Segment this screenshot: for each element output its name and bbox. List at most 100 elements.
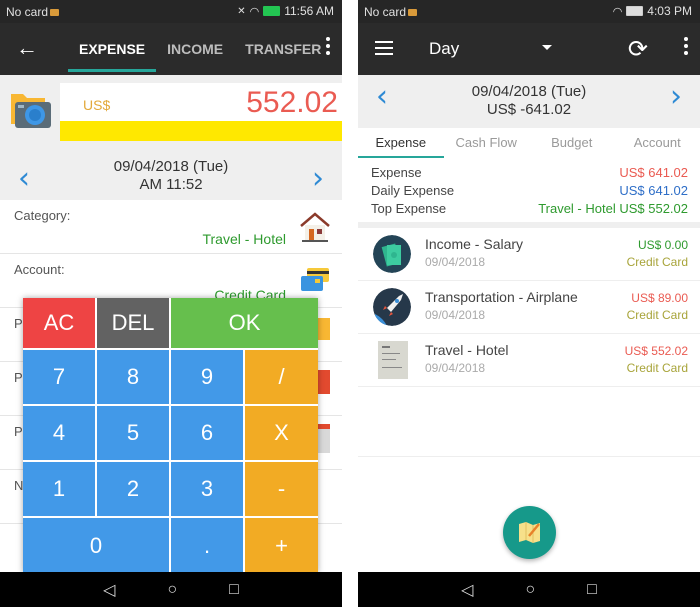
add-record-button[interactable] (503, 506, 556, 559)
calendar-icon (318, 424, 330, 453)
nav-home-icon[interactable]: ○ (525, 581, 535, 599)
transaction-title: Travel - Hotel (425, 342, 509, 358)
key-2[interactable]: 2 (97, 462, 169, 516)
mute-icon: ✕ (237, 5, 246, 17)
system-nav-bar: ◁ ○ □ (0, 572, 342, 607)
dropdown-caret-icon[interactable] (542, 45, 552, 50)
entry-type-tabs: EXPENSE INCOME TRANSFER (68, 23, 332, 75)
key-6[interactable]: 6 (171, 406, 243, 460)
carrier-label: No card (364, 5, 418, 19)
chevron-right-icon[interactable]: › (670, 79, 682, 114)
transaction-account: Credit Card (626, 255, 688, 269)
summary-row: Top Expense Travel - Hotel US$ 552.02 (371, 201, 688, 216)
battery-icon (263, 6, 281, 16)
key-8[interactable]: 8 (97, 350, 169, 404)
wifi-icon: ◠ (612, 5, 623, 18)
decimal-button[interactable]: . (171, 518, 243, 573)
account-label: Account: (14, 262, 65, 277)
sim-icon (50, 9, 60, 17)
divide-button[interactable]: / (245, 350, 318, 404)
tab-cash-flow[interactable]: Cash Flow (444, 128, 530, 158)
tab-income[interactable]: INCOME (156, 23, 234, 75)
period-selector[interactable]: Day (429, 39, 459, 59)
amount-display[interactable]: US$ 552.02 (60, 83, 342, 121)
tab-expense[interactable]: EXPENSE (68, 23, 157, 75)
amount-section: US$ 552.02 ‹ 09/04/2018 (Tue) AM 11:52 › (0, 75, 342, 200)
map-edit-icon (519, 522, 540, 543)
date-summary: 09/04/2018 (Tue) US$ -641.02 (358, 83, 700, 119)
nav-back-icon[interactable]: ◁ (461, 580, 473, 600)
transaction-row[interactable]: Travel - Hotel 09/04/2018 US$ 552.02 Cre… (358, 334, 700, 387)
key-3[interactable]: 3 (171, 462, 243, 516)
chevron-right-icon[interactable]: › (312, 161, 324, 196)
expense-summary: Expense US$ 641.02 Daily Expense US$ 641… (358, 160, 700, 222)
category-field[interactable]: Category: Travel - Hotel (0, 200, 342, 254)
nav-recents-icon[interactable]: □ (229, 581, 239, 599)
folder-icon (316, 318, 330, 340)
battery-icon (626, 6, 644, 16)
date-navigator: ‹ 09/04/2018 (Tue) US$ -641.02 › (358, 75, 700, 128)
transaction-account: Credit Card (626, 308, 688, 322)
house-icon (300, 212, 330, 242)
amount-highlight-bar (60, 121, 342, 141)
key-0[interactable]: 0 (23, 518, 169, 573)
tab-account[interactable]: Account (615, 128, 700, 158)
key-5[interactable]: 5 (97, 406, 169, 460)
key-1[interactable]: 1 (23, 462, 95, 516)
daily-overview-screen: No card ◠ 4:03 PM Day ⟳ ‹ 09/04/2018 (Tu… (358, 0, 700, 607)
date-label: 09/04/2018 (Tue) (471, 83, 587, 100)
tab-expense[interactable]: Expense (358, 128, 444, 158)
nav-back-icon[interactable]: ◁ (103, 580, 115, 600)
category-value: Travel - Hotel (202, 231, 286, 247)
tab-budget[interactable]: Budget (529, 128, 615, 158)
expense-entry-screen: No card ✕ ◠ 11:56 AM ← EXPENSE INCOME TR… (0, 0, 342, 607)
sync-icon[interactable]: ⟳ (628, 35, 648, 63)
back-arrow-icon[interactable]: ← (16, 35, 38, 61)
currency-label[interactable]: US$ (83, 97, 110, 113)
rocket-icon (373, 288, 411, 326)
transaction-row[interactable]: Transportation - Airplane 09/04/2018 US$… (358, 281, 700, 334)
ok-button[interactable]: OK (171, 298, 318, 348)
transaction-row[interactable]: Income - Salary 09/04/2018 US$ 0.00 Cred… (358, 228, 700, 281)
nav-recents-icon[interactable]: □ (587, 581, 597, 599)
key-9[interactable]: 9 (171, 350, 243, 404)
clock: 11:56 AM (284, 4, 334, 18)
key-4[interactable]: 4 (23, 406, 95, 460)
menu-icon[interactable] (375, 41, 393, 59)
transaction-account: Credit Card (626, 361, 688, 375)
time-label: AM 11:52 (139, 176, 203, 193)
transaction-date: 09/04/2018 (425, 361, 486, 375)
transaction-amount: US$ 0.00 (637, 238, 688, 252)
net-total: US$ -641.02 (486, 101, 572, 118)
credit-card-icon (301, 268, 329, 291)
transaction-amount: US$ 552.02 (624, 344, 688, 358)
camera-icon[interactable] (9, 88, 53, 132)
transaction-title: Income - Salary (425, 236, 524, 252)
app-bar: ← EXPENSE INCOME TRANSFER (0, 23, 342, 75)
more-options-icon[interactable] (326, 37, 330, 58)
summary-row: Expense US$ 641.02 (371, 165, 688, 180)
more-options-icon[interactable] (684, 37, 688, 58)
project-icon (318, 370, 330, 394)
multiply-button[interactable]: X (245, 406, 318, 460)
status-bar: No card ✕ ◠ 11:56 AM (0, 0, 342, 23)
system-nav-bar: ◁ ○ □ (358, 572, 700, 607)
nav-home-icon[interactable]: ○ (167, 581, 177, 599)
report-tabs: Expense Cash Flow Budget Account (358, 128, 700, 158)
key-7[interactable]: 7 (23, 350, 95, 404)
transaction-date: 09/04/2018 (425, 308, 486, 322)
date-time-display[interactable]: 09/04/2018 (Tue) AM 11:52 (0, 158, 342, 194)
add-button[interactable]: + (245, 518, 318, 573)
subtract-button[interactable]: - (245, 462, 318, 516)
status-bar: No card ◠ 4:03 PM (358, 0, 700, 23)
all-clear-button[interactable]: AC (23, 298, 95, 348)
receipt-icon (378, 341, 408, 379)
delete-button[interactable]: DEL (97, 298, 169, 348)
sim-icon (408, 9, 418, 17)
date-label: 09/04/2018 (Tue) (113, 158, 229, 175)
carrier-label: No card (6, 5, 60, 19)
money-icon (373, 235, 411, 273)
date-navigator: ‹ 09/04/2018 (Tue) AM 11:52 › (0, 155, 342, 200)
calculator-keypad: AC DEL OK 7 8 9 / 4 5 6 X 1 2 3 - 0 . + (23, 298, 318, 573)
tab-transfer[interactable]: TRANSFER (234, 23, 332, 75)
